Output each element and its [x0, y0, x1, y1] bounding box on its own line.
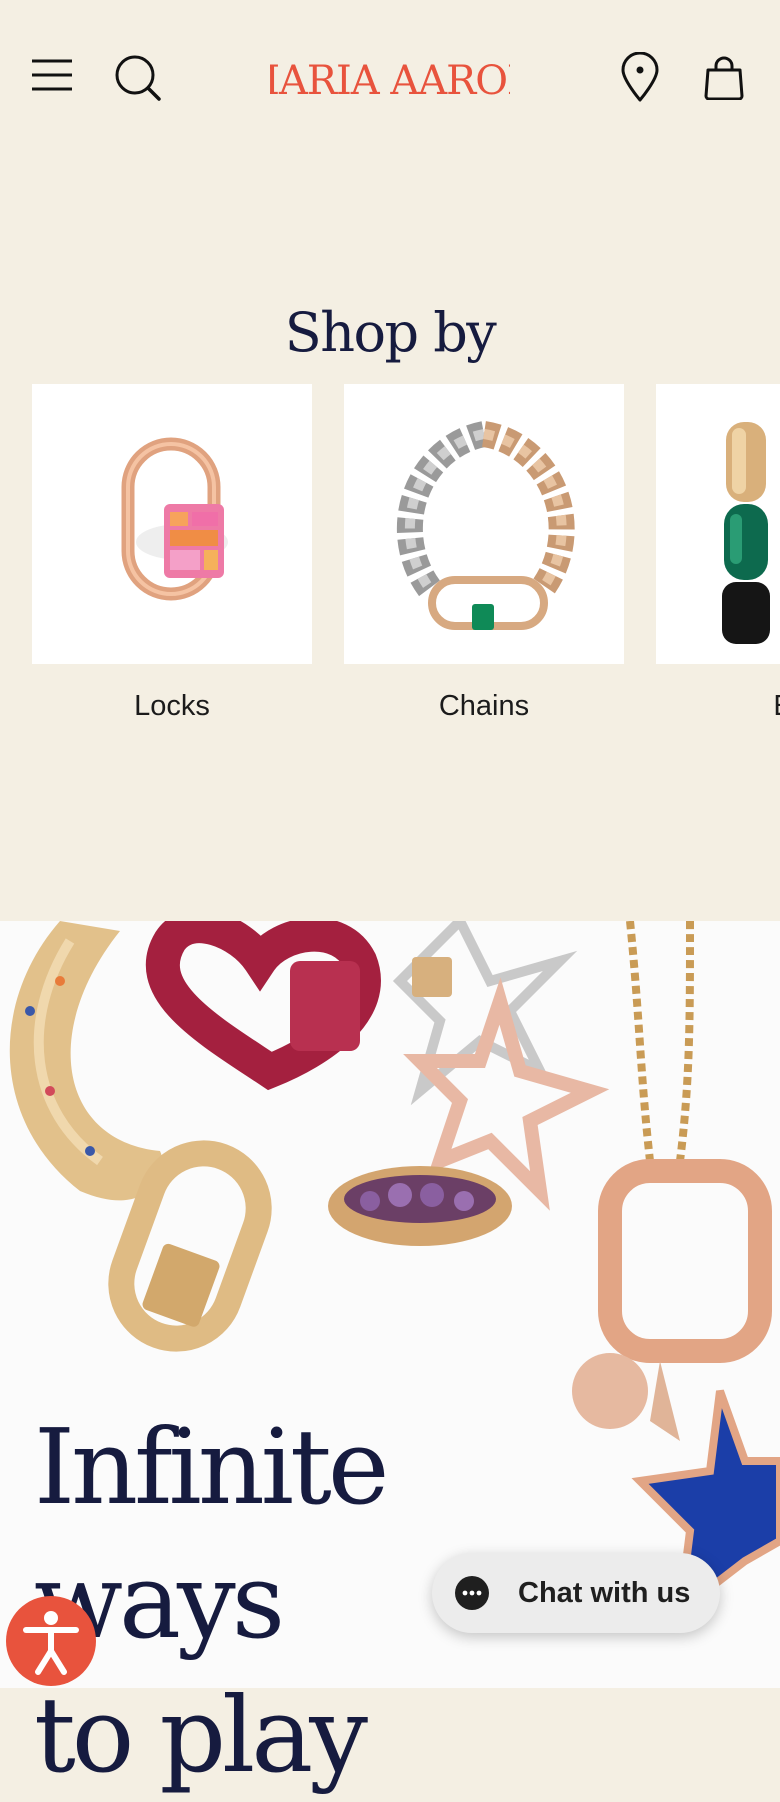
hero-title-line2: to play: [34, 1674, 368, 1796]
category-card-chains[interactable]: Chains: [344, 384, 624, 723]
svg-text:MARIA AARON: MARIA AARON: [270, 58, 510, 104]
earring-image[interactable]: [656, 384, 780, 664]
shopping-bag-icon[interactable]: [702, 56, 746, 101]
location-pin-icon[interactable]: [620, 51, 660, 102]
category-card-earrings[interactable]: Ear: [656, 384, 780, 723]
category-carousel[interactable]: Locks Chains Ear: [0, 384, 780, 724]
chain-bracelet-image[interactable]: [344, 384, 624, 664]
search-icon[interactable]: [114, 54, 162, 102]
accessibility-button[interactable]: [6, 1596, 96, 1686]
shop-by-title: Shop by: [284, 300, 497, 364]
category-label: Chains: [438, 690, 530, 722]
menu-icon[interactable]: [30, 58, 74, 92]
brand-logo[interactable]: MARIA AARON: [239, 52, 542, 104]
chat-bubble-icon: [454, 1575, 490, 1611]
chat-label: Chat with us: [518, 1577, 691, 1609]
category-label: Ear: [656, 690, 780, 723]
accessibility-icon: [23, 1611, 79, 1675]
site-header: MARIA AARON: [0, 0, 780, 160]
lock-pendant-image[interactable]: [32, 384, 312, 664]
category-card-locks[interactable]: Locks: [32, 384, 312, 723]
chat-with-us-button[interactable]: Chat with us: [432, 1553, 720, 1633]
category-label: Locks: [134, 690, 210, 722]
